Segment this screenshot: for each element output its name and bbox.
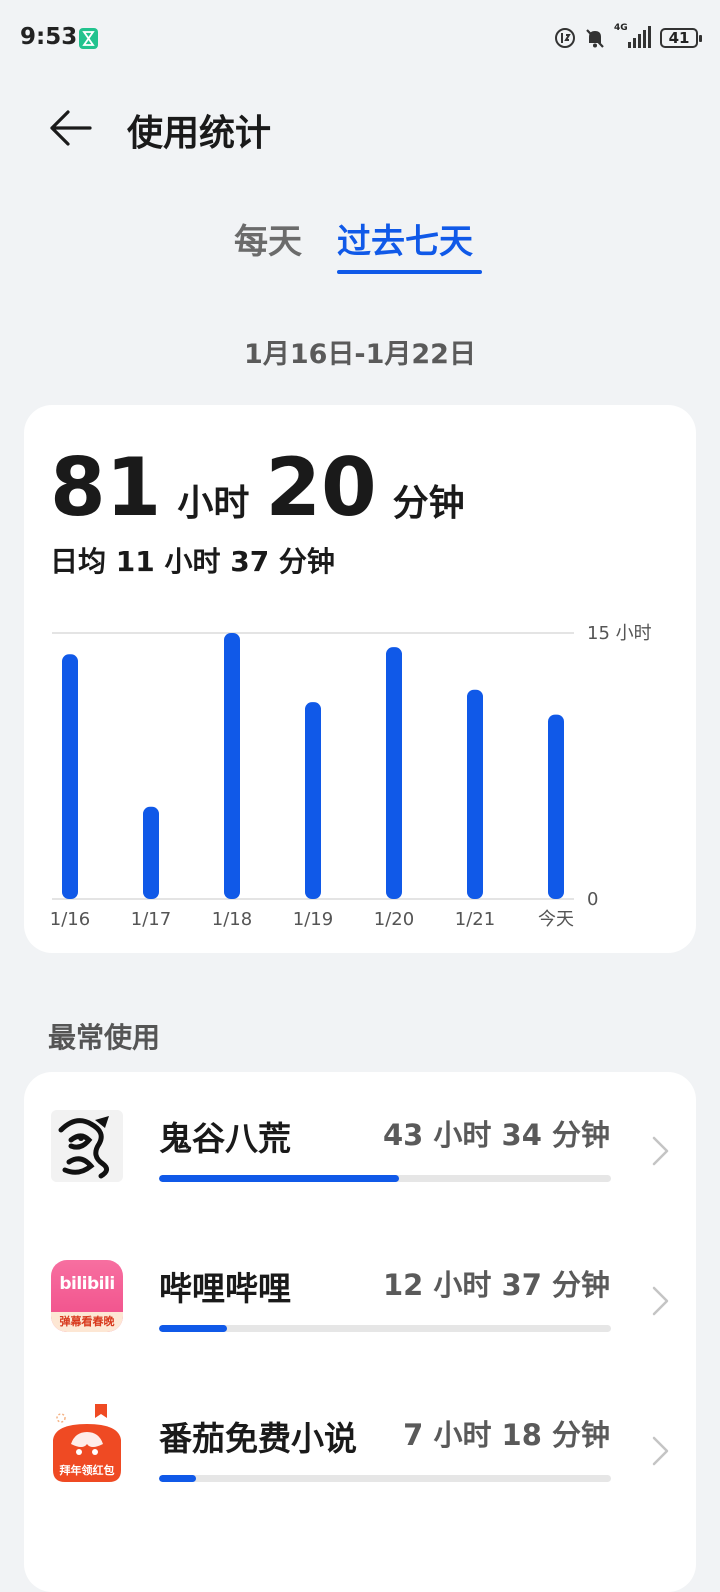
chart-x-label-1: 1/17	[131, 909, 171, 930]
chart-bar-1[interactable]	[143, 806, 159, 899]
fanqie-icon-banner: 拜年领红包	[59, 1464, 115, 1477]
chart-bar-3[interactable]	[305, 702, 321, 899]
app-usage-bar-fill	[159, 1475, 196, 1482]
battery-level: 41	[668, 29, 690, 47]
y-label-max: 15 小时	[587, 623, 652, 644]
status-time: 9:53	[20, 24, 78, 50]
chart-bar-6[interactable]	[548, 714, 564, 899]
chart-x-label-0: 1/16	[50, 909, 90, 930]
bilibili-icon-banner: 弹幕看春晚	[51, 1312, 123, 1332]
app-usage-bar	[159, 1325, 611, 1332]
chart-bar-0[interactable]	[62, 654, 78, 899]
app-usage-time: 43 小时 34 分钟	[382, 1118, 610, 1152]
bilibili-icon-text: bilibili	[59, 1274, 115, 1294]
usage-bar-chart: 15 小时 0 1/16 1/17 1/18 1/19 1/20 1/21 今天	[50, 623, 652, 930]
chart-bar-4[interactable]	[386, 647, 402, 899]
section-title-most-used: 最常使用	[48, 1021, 161, 1054]
chart-x-label-2: 1/18	[212, 909, 252, 930]
chart-bars	[62, 633, 564, 899]
chevron-right-icon	[652, 1286, 669, 1316]
app-usage-time: 7 小时 18 分钟	[403, 1418, 610, 1452]
app-row-fanqie[interactable]: 拜年领红包 番茄免费小说 7 小时 18 分钟	[24, 1372, 696, 1512]
back-arrow-icon[interactable]	[48, 108, 92, 148]
tab-selected-indicator	[337, 270, 482, 274]
apps-card: 鬼谷八荒 43 小时 34 分钟 bilibili 弹幕看春晚 哔哩哔哩 12 …	[24, 1072, 696, 1592]
app-name: 番茄免费小说	[159, 1419, 357, 1458]
summary-card: 81 小时 20 分钟 日均 11 小时 37 分钟 15 小时 0 1/16 1…	[24, 405, 696, 953]
app-name: 鬼谷八荒	[159, 1119, 291, 1158]
status-icons: 4G 41	[554, 24, 702, 52]
app-usage-time: 12 小时 37 分钟	[382, 1268, 610, 1302]
app-usage-bar-fill	[159, 1325, 228, 1332]
chart-x-label-4: 1/20	[374, 909, 414, 930]
chart-x-labels: 1/16 1/17 1/18 1/19 1/20 1/21 今天	[50, 909, 574, 930]
page-title: 使用统计	[127, 113, 272, 154]
mute-icon	[586, 29, 604, 48]
status-bar: 9:53 4G 41	[0, 0, 720, 80]
y-label-zero: 0	[587, 889, 598, 910]
bilibili-icon: bilibili 弹幕看春晚	[51, 1260, 123, 1332]
tab-daily[interactable]: 每天	[234, 214, 302, 263]
chart-bar-5[interactable]	[467, 689, 483, 899]
tab-past-seven-days[interactable]: 过去七天	[337, 214, 473, 263]
signal-icon: 4G	[614, 24, 652, 50]
app-row-bilibili[interactable]: bilibili 弹幕看春晚 哔哩哔哩 12 小时 37 分钟	[24, 1222, 696, 1362]
app-usage-bar	[159, 1175, 611, 1182]
chart-x-label-6: 今天	[538, 909, 574, 930]
chevron-right-icon	[652, 1136, 669, 1166]
chart-x-label-3: 1/19	[293, 909, 333, 930]
hourglass-icon	[79, 28, 98, 49]
tab-bar: 每天 过去七天	[0, 214, 720, 284]
gui-gu-ba-huang-icon	[51, 1110, 123, 1182]
battery-icon: 41	[660, 28, 702, 48]
app-usage-bar	[159, 1475, 611, 1482]
app-row-guigu[interactable]: 鬼谷八荒 43 小时 34 分钟	[24, 1072, 696, 1212]
date-range: 1月16日-1月22日	[244, 339, 476, 370]
chart-x-label-5: 1/21	[455, 909, 495, 930]
app-usage-bar-fill	[159, 1175, 399, 1182]
fanqie-novel-icon: 拜年领红包	[51, 1404, 123, 1482]
app-name: 哔哩哔哩	[159, 1269, 291, 1308]
data-saver-icon	[555, 28, 575, 48]
chart-bar-2[interactable]	[224, 633, 240, 899]
chevron-right-icon	[652, 1436, 669, 1466]
